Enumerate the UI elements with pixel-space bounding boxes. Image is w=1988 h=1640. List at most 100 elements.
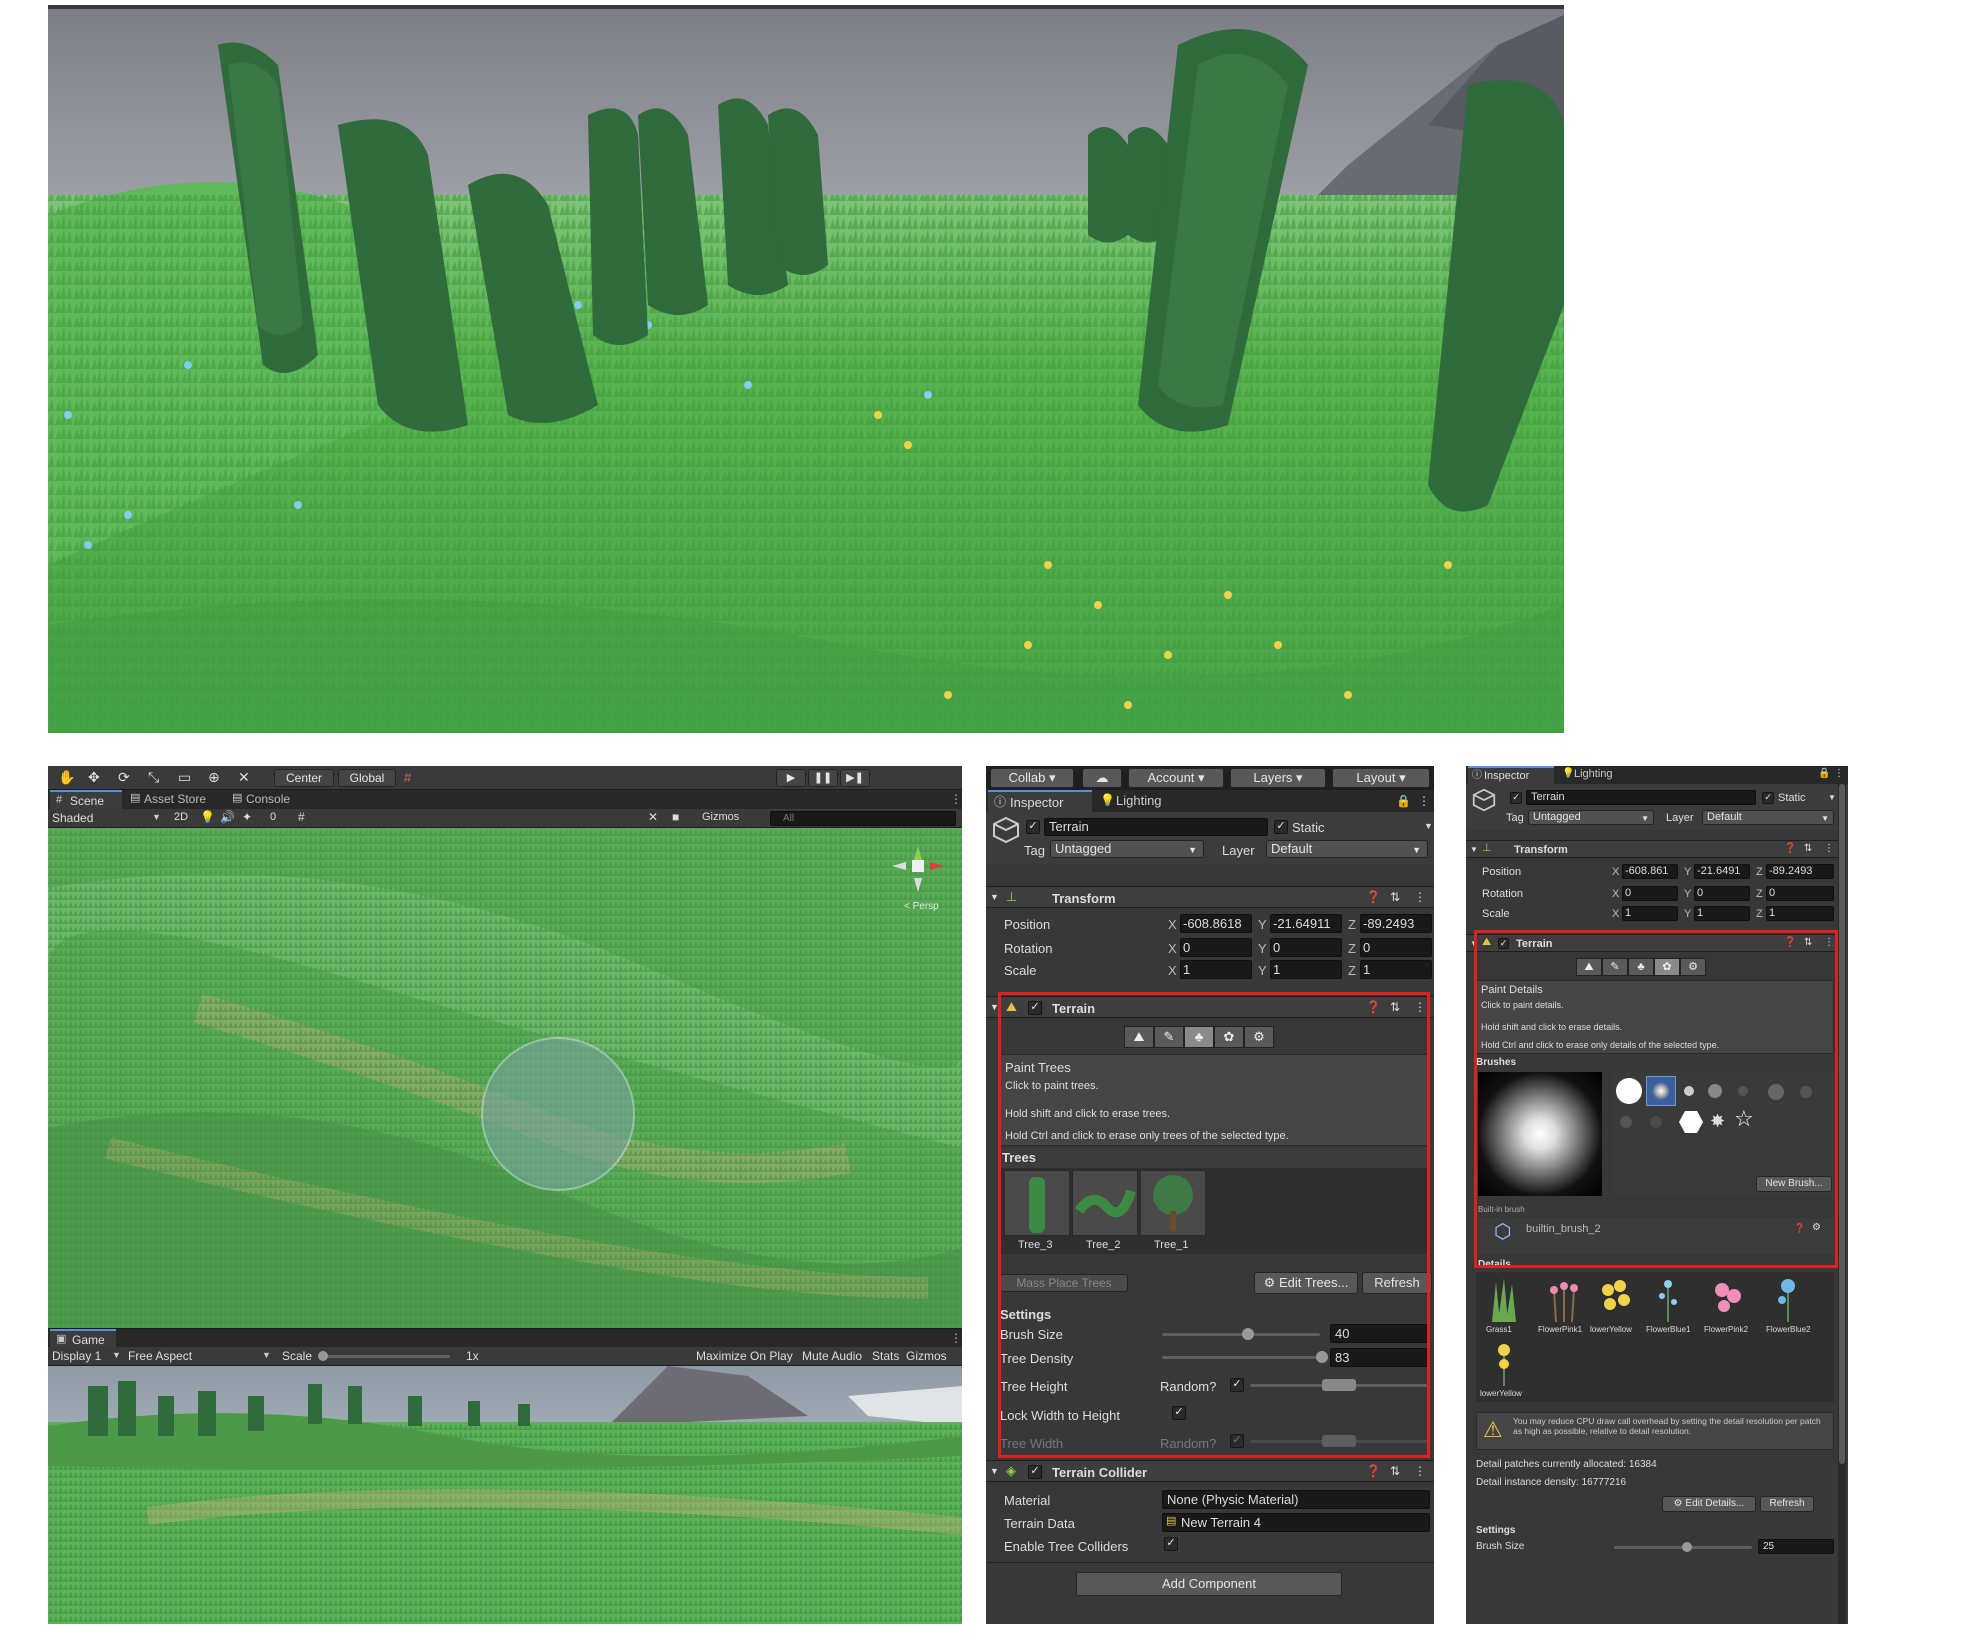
- rect-tool-icon[interactable]: ▭: [178, 770, 191, 784]
- foldout-arrow-icon[interactable]: ▼: [1470, 846, 1478, 854]
- position-z-field[interactable]: -89.2493: [1766, 864, 1834, 879]
- brush-size-field[interactable]: 25: [1758, 1539, 1834, 1554]
- scale-z-field[interactable]: 1: [1766, 906, 1834, 921]
- help-icon[interactable]: ❓: [1366, 1465, 1381, 1477]
- collab-button[interactable]: Collab ▾: [990, 768, 1074, 788]
- tab-lighting[interactable]: 💡 Lighting: [1558, 766, 1648, 784]
- play-button[interactable]: ▶: [776, 769, 806, 787]
- tag-dropdown[interactable]: Untagged ▼: [1528, 810, 1654, 825]
- hidden-objects-count[interactable]: 0: [270, 812, 276, 823]
- inspector-menu-icon[interactable]: ⋮: [1418, 795, 1430, 807]
- tab-inspector[interactable]: ⓘ Inspector: [988, 790, 1092, 812]
- snap-icon[interactable]: #: [404, 771, 411, 784]
- layer-dropdown[interactable]: Default ▼: [1702, 810, 1834, 825]
- static-label[interactable]: Static: [1778, 793, 1806, 804]
- scale-slider[interactable]: [320, 1355, 450, 1358]
- rotate-tool-icon[interactable]: ⟳: [118, 770, 130, 784]
- rotation-x-field[interactable]: 0: [1180, 938, 1252, 957]
- scale-y-field[interactable]: 1: [1694, 906, 1750, 921]
- active-checkbox[interactable]: ✓: [1026, 820, 1040, 834]
- mute-audio-button[interactable]: Mute Audio: [802, 1350, 862, 1362]
- detail-thumb-flowerblue1[interactable]: [1646, 1276, 1690, 1322]
- collider-enabled-checkbox[interactable]: ✓: [1028, 1465, 1042, 1479]
- rotation-x-field[interactable]: 0: [1622, 886, 1678, 901]
- scale-x-field[interactable]: 1: [1180, 960, 1252, 979]
- terrain-data-field[interactable]: New Terrain 4: [1162, 1513, 1430, 1532]
- rotation-y-field[interactable]: 0: [1694, 886, 1750, 901]
- scale-tool-icon[interactable]: ⤡: [148, 770, 159, 784]
- detail-thumb-floweryellow[interactable]: [1594, 1276, 1638, 1322]
- camera-icon[interactable]: ■: [672, 811, 679, 823]
- tab-inspector[interactable]: ⓘ Inspector: [1468, 766, 1554, 784]
- scrollbar[interactable]: [1838, 784, 1846, 1624]
- component-menu-icon[interactable]: ⋮: [1414, 1465, 1426, 1477]
- scene-gizmo[interactable]: [888, 842, 948, 898]
- layer-dropdown[interactable]: Default ▼: [1266, 840, 1428, 858]
- tools-icon[interactable]: ✕: [648, 811, 658, 823]
- shading-mode-dropdown[interactable]: Shaded: [52, 812, 93, 824]
- object-name-field[interactable]: Terrain: [1044, 818, 1268, 836]
- rotation-z-field[interactable]: 0: [1766, 886, 1834, 901]
- detail-thumb-flowerpink2[interactable]: [1706, 1276, 1750, 1322]
- static-label[interactable]: Static: [1292, 821, 1325, 834]
- component-menu-icon[interactable]: ⋮: [1824, 844, 1834, 854]
- display-dropdown[interactable]: Display 1: [52, 1350, 101, 1362]
- transform-tool-icon[interactable]: ⊕: [208, 770, 220, 784]
- mode-2d-button[interactable]: 2D: [174, 812, 188, 823]
- edit-details-button[interactable]: ⚙ Edit Details...: [1662, 1496, 1756, 1512]
- scale-z-field[interactable]: 1: [1360, 960, 1432, 979]
- scene-viewport[interactable]: < Persp: [48, 828, 962, 1328]
- game-viewport[interactable]: [48, 1366, 962, 1624]
- tab-game[interactable]: ▣ Game: [50, 1329, 116, 1348]
- position-z-field[interactable]: -89.2493: [1360, 914, 1432, 933]
- cloud-button[interactable]: ☁: [1082, 768, 1122, 788]
- grid-toggle-icon[interactable]: #: [298, 811, 305, 823]
- terrain-collider-header[interactable]: ▼ ◈ ✓ Terrain Collider ❓ ⇅ ⋮: [986, 1460, 1434, 1482]
- aspect-dropdown[interactable]: Free Aspect: [128, 1350, 192, 1362]
- position-y-field[interactable]: -21.6491: [1694, 864, 1750, 879]
- inspector-menu-icon[interactable]: ⋮: [1834, 769, 1844, 779]
- tab-menu-icon[interactable]: ⋮: [950, 793, 962, 805]
- preset-icon[interactable]: ⇅: [1390, 891, 1400, 903]
- enable-tree-colliders-checkbox[interactable]: ✓: [1164, 1537, 1178, 1551]
- detail-thumb-flowerblue2[interactable]: [1766, 1276, 1810, 1322]
- material-field[interactable]: None (Physic Material): [1162, 1490, 1430, 1509]
- position-x-field[interactable]: -608.8618: [1180, 914, 1252, 933]
- static-checkbox[interactable]: ✓: [1274, 820, 1288, 834]
- position-y-field[interactable]: -21.64911: [1270, 914, 1342, 933]
- lock-icon[interactable]: 🔒: [1818, 769, 1830, 779]
- position-x-field[interactable]: -608.861: [1622, 864, 1678, 879]
- detail-thumb-grass1[interactable]: [1482, 1276, 1526, 1322]
- stats-button[interactable]: Stats: [872, 1350, 899, 1362]
- scene-search-input[interactable]: All: [770, 811, 956, 826]
- lighting-toggle-icon[interactable]: 💡: [200, 811, 215, 823]
- tab-console[interactable]: ▤ Console: [226, 790, 306, 809]
- help-icon[interactable]: ❓: [1784, 844, 1796, 854]
- hand-tool-icon[interactable]: ✋: [58, 770, 75, 784]
- persp-label[interactable]: < Persp: [904, 902, 939, 912]
- tab-asset-store[interactable]: ▤ Asset Store: [124, 790, 224, 809]
- tag-dropdown[interactable]: Untagged ▼: [1050, 840, 1204, 858]
- object-name-field[interactable]: Terrain: [1526, 790, 1756, 805]
- effects-toggle-icon[interactable]: ✦: [242, 811, 252, 823]
- tab-scene[interactable]: # Scene: [50, 790, 122, 809]
- layers-dropdown[interactable]: Layers ▾: [1230, 768, 1326, 788]
- rotation-y-field[interactable]: 0: [1270, 938, 1342, 957]
- tab-lighting[interactable]: 💡 Lighting: [1094, 790, 1198, 812]
- move-tool-icon[interactable]: ✥: [88, 770, 100, 784]
- game-tab-menu-icon[interactable]: ⋮: [950, 1332, 962, 1344]
- pause-button[interactable]: ❚❚: [808, 769, 838, 787]
- lock-icon[interactable]: 🔒: [1396, 795, 1411, 807]
- account-dropdown[interactable]: Account ▾: [1128, 768, 1224, 788]
- custom-tool-icon[interactable]: ✕: [238, 770, 250, 784]
- scene-gizmos-dropdown[interactable]: Gizmos: [702, 812, 739, 823]
- preset-icon[interactable]: ⇅: [1804, 844, 1812, 854]
- refresh-button[interactable]: Refresh: [1760, 1496, 1814, 1512]
- static-checkbox[interactable]: ✓: [1762, 792, 1774, 804]
- step-button[interactable]: ▶❚: [840, 769, 870, 787]
- transform-header[interactable]: ▼ ⊥ Transform ❓ ⇅ ⋮: [1466, 840, 1838, 858]
- brush-size-slider-knob[interactable]: [1682, 1542, 1692, 1552]
- game-gizmos-dropdown[interactable]: Gizmos: [906, 1350, 947, 1362]
- scale-y-field[interactable]: 1: [1270, 960, 1342, 979]
- active-checkbox[interactable]: ✓: [1510, 792, 1522, 804]
